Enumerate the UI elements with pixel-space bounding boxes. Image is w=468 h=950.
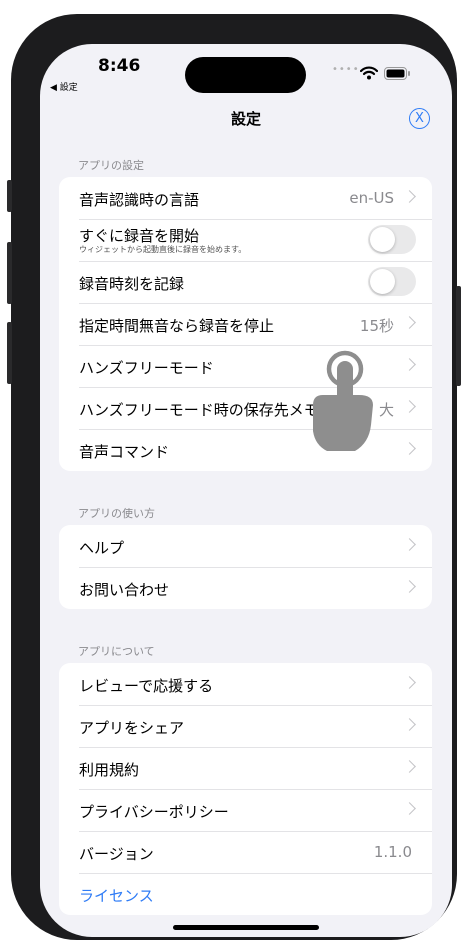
row-label: 録音時刻を記録 xyxy=(79,275,185,293)
row-value: 大 xyxy=(378,401,394,419)
row-value: en-US xyxy=(349,189,394,207)
chevron-right-icon xyxy=(403,400,416,413)
settings-group-usage: ヘルプ お問い合わせ xyxy=(59,525,432,609)
row-label: 指定時間無音なら録音を停止 xyxy=(79,317,275,335)
record-time-toggle[interactable] xyxy=(368,267,416,296)
power-button xyxy=(456,286,461,386)
row-silence-stop[interactable]: 指定時間無音なら録音を停止 15秒 xyxy=(59,303,432,345)
close-button[interactable]: X xyxy=(409,108,430,129)
row-label: 音声コマンド xyxy=(79,443,170,461)
volume-down-button xyxy=(7,322,12,384)
chevron-right-icon xyxy=(403,580,416,593)
chevron-right-icon xyxy=(403,316,416,329)
chevron-right-icon xyxy=(403,676,416,689)
row-privacy-policy[interactable]: プライバシーポリシー xyxy=(59,789,432,831)
row-label: 音声認識時の言語 xyxy=(79,191,200,209)
row-label: プライバシーポリシー xyxy=(79,803,229,821)
chevron-right-icon xyxy=(403,802,416,815)
action-button xyxy=(7,180,12,212)
row-label: ハンズフリーモード時の保存先メモ xyxy=(79,401,319,419)
volume-up-button xyxy=(7,242,12,304)
row-value: 15秒 xyxy=(359,317,394,335)
row-label: ハンズフリーモード xyxy=(79,359,214,377)
row-license[interactable]: ライセンス xyxy=(59,873,432,915)
section-header-app-settings: アプリの設定 xyxy=(78,159,144,172)
back-to-app-link[interactable]: ◀ 設定 xyxy=(50,80,78,93)
row-label: レビューで応援する xyxy=(79,677,214,695)
row-label: ヘルプ xyxy=(79,539,125,557)
status-time: 8:46 xyxy=(98,56,141,76)
toggle-knob xyxy=(370,269,395,294)
screen: 8:46 ◀ 設定 •••• 設定 X アプリの設定 音声認識時の言語 en-U… xyxy=(40,44,452,937)
version-value: 1.1.0 xyxy=(373,843,412,861)
row-label: バージョン xyxy=(79,845,154,863)
chevron-right-icon xyxy=(403,442,416,455)
row-sublabel: ウィジェットから起動直後に録音を始めます。 xyxy=(79,245,247,254)
chevron-right-icon xyxy=(403,718,416,731)
signal-dots: •••• xyxy=(332,64,360,75)
row-share-app[interactable]: アプリをシェア xyxy=(59,705,432,747)
row-label: 利用規約 xyxy=(79,761,140,779)
row-start-recording: すぐに録音を開始 ウィジェットから起動直後に録音を始めます。 xyxy=(59,219,432,261)
wifi-icon xyxy=(360,66,378,80)
section-header-about: アプリについて xyxy=(78,645,155,658)
settings-group-about: レビューで応援する アプリをシェア 利用規約 プライバシーポリシー バージョン … xyxy=(59,663,432,915)
start-recording-toggle[interactable] xyxy=(368,225,416,254)
chevron-right-icon xyxy=(403,358,416,371)
battery-icon xyxy=(384,67,410,80)
dynamic-island xyxy=(185,57,306,93)
page-title: 設定 xyxy=(230,110,261,128)
section-header-usage: アプリの使い方 xyxy=(78,507,155,520)
phone-frame: 8:46 ◀ 設定 •••• 設定 X アプリの設定 音声認識時の言語 en-U… xyxy=(7,14,461,940)
row-record-time: 録音時刻を記録 xyxy=(59,261,432,303)
row-review[interactable]: レビューで応援する xyxy=(59,663,432,705)
tap-hand-icon xyxy=(313,350,373,451)
row-label: アプリをシェア xyxy=(79,719,185,737)
row-help[interactable]: ヘルプ xyxy=(59,525,432,567)
row-label: すぐに録音を開始 xyxy=(79,227,200,245)
row-recognition-language[interactable]: 音声認識時の言語 en-US xyxy=(59,177,432,219)
home-indicator[interactable] xyxy=(173,925,319,930)
license-link[interactable]: ライセンス xyxy=(79,885,154,906)
chevron-right-icon xyxy=(403,538,416,551)
toggle-knob xyxy=(370,227,395,252)
row-label: お問い合わせ xyxy=(79,581,170,599)
row-terms[interactable]: 利用規約 xyxy=(59,747,432,789)
row-contact[interactable]: お問い合わせ xyxy=(59,567,432,609)
chevron-right-icon xyxy=(403,760,416,773)
row-version: バージョン 1.1.0 xyxy=(59,831,432,873)
chevron-right-icon xyxy=(403,190,416,203)
